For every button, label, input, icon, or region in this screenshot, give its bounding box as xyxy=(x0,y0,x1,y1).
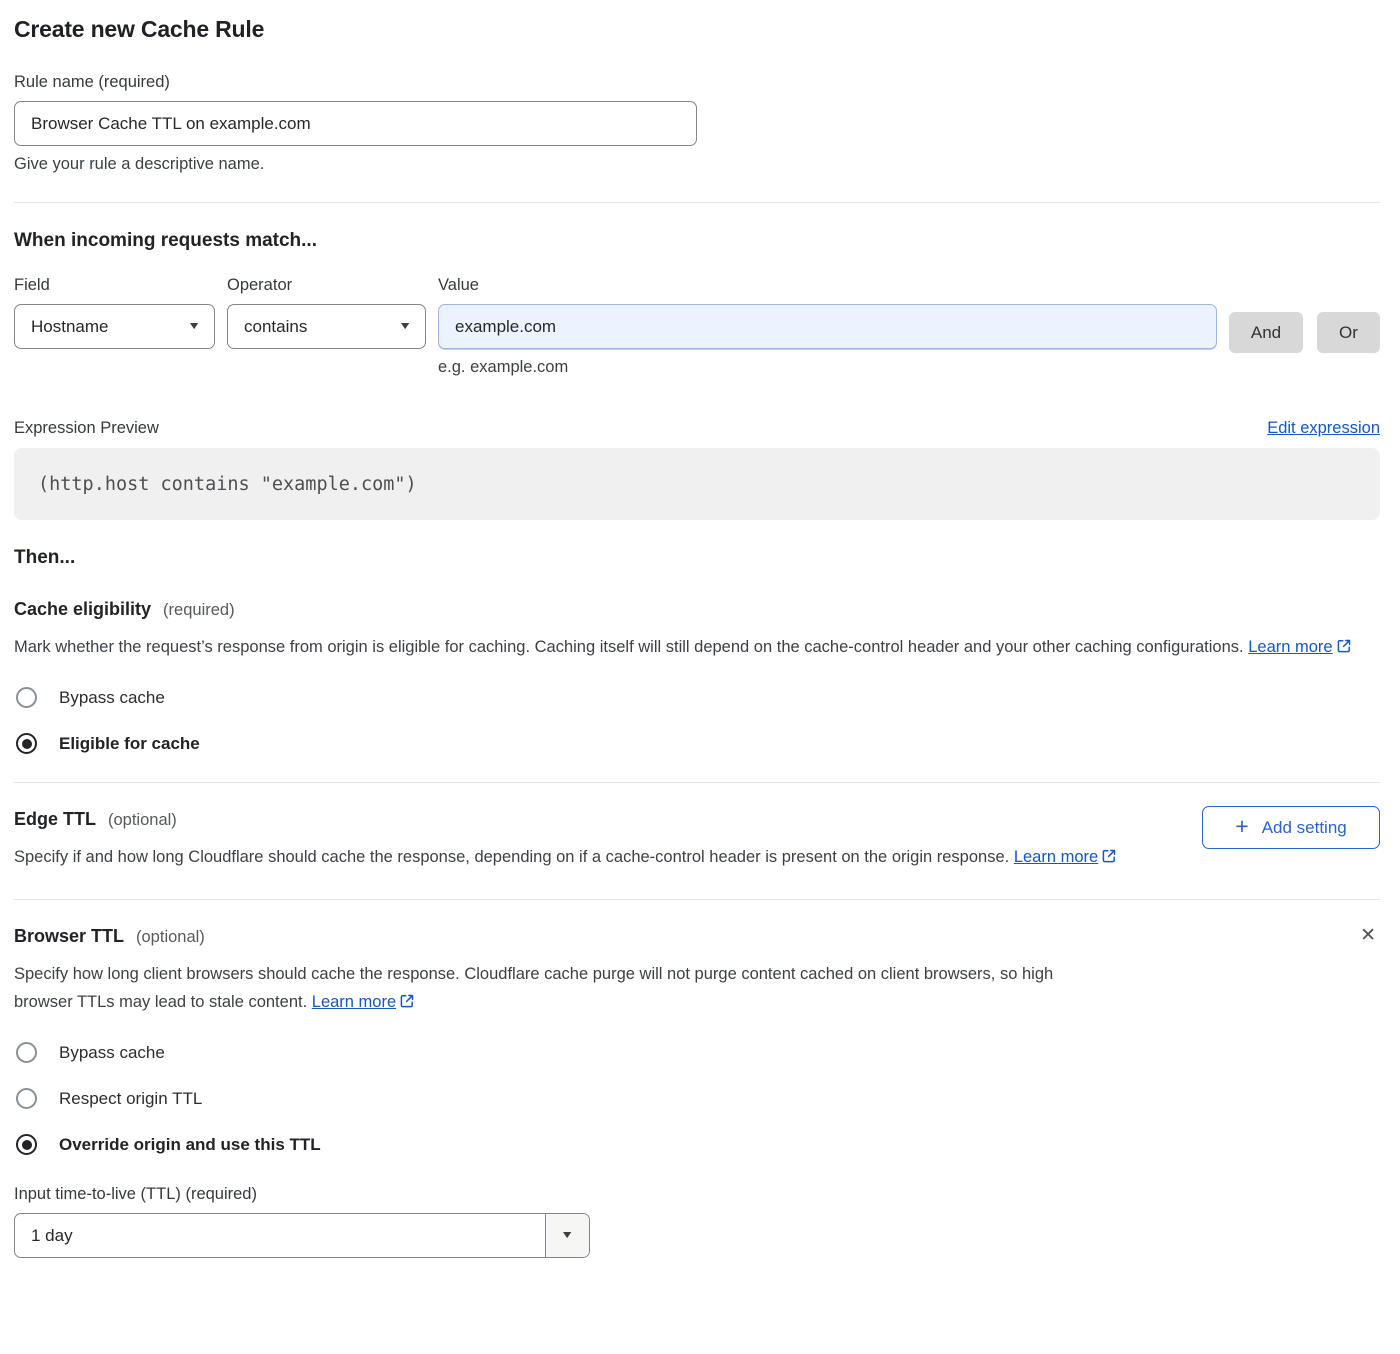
chevron-down-icon: ▼ xyxy=(398,321,412,332)
optional-badge: (optional) xyxy=(108,811,177,830)
edge-ttl-description-text: Specify if and how long Cloudflare shoul… xyxy=(14,848,1009,866)
edge-ttl-section: Edge TTL (optional) Specify if and how l… xyxy=(14,809,1380,871)
cache-eligibility-title: Cache eligibility xyxy=(14,599,151,620)
value-help: e.g. example.com xyxy=(438,358,1217,377)
close-icon[interactable]: ✕ xyxy=(1356,924,1380,947)
radio-label: Bypass cache xyxy=(59,688,165,708)
cache-eligibility-learn-more-link[interactable]: Learn more xyxy=(1248,638,1332,656)
rule-name-label: Rule name (required) xyxy=(14,73,1380,92)
operator-label: Operator xyxy=(227,276,426,295)
radio-bypass-cache[interactable]: Bypass cache xyxy=(14,687,1380,708)
radio-label: Override origin and use this TTL xyxy=(59,1135,321,1155)
value-column: Value e.g. example.com xyxy=(438,276,1217,377)
field-select-value: Hostname xyxy=(31,317,108,337)
match-condition-row: Field Hostname ▼ Operator contains ▼ Val… xyxy=(14,276,1380,377)
divider xyxy=(14,782,1380,783)
browser-ttl-title-row: Browser TTL (optional) xyxy=(14,926,1356,947)
value-label: Value xyxy=(438,276,1217,295)
browser-ttl-radio-group: Bypass cache Respect origin TTL Override… xyxy=(14,1042,1356,1155)
edit-expression-link[interactable]: Edit expression xyxy=(1267,419,1380,438)
chevron-down-icon: ▼ xyxy=(560,1230,574,1241)
field-label: Field xyxy=(14,276,215,295)
match-section-heading: When incoming requests match... xyxy=(14,230,1380,252)
external-link-icon xyxy=(1336,640,1352,658)
cache-eligibility-description-text: Mark whether the request’s response from… xyxy=(14,638,1244,656)
expression-code-block: (http.host contains "example.com") xyxy=(14,448,1380,520)
cache-eligibility-radio-group: Bypass cache Eligible for cache xyxy=(14,687,1380,754)
create-cache-rule-page: Create new Cache Rule Rule name (require… xyxy=(0,0,1400,1288)
divider xyxy=(14,899,1380,900)
divider xyxy=(14,202,1380,203)
radio-icon xyxy=(16,687,37,708)
chevron-down-icon: ▼ xyxy=(187,321,201,332)
or-button[interactable]: Or xyxy=(1317,312,1380,353)
browser-ttl-description-text: Specify how long client browsers should … xyxy=(14,965,1053,1011)
radio-respect-origin-ttl[interactable]: Respect origin TTL xyxy=(14,1088,1356,1109)
external-link-icon xyxy=(399,995,415,1013)
page-title: Create new Cache Rule xyxy=(14,16,1380,43)
edge-ttl-description: Specify if and how long Cloudflare shoul… xyxy=(14,843,1119,871)
radio-icon xyxy=(16,1134,37,1155)
add-setting-button[interactable]: + Add setting xyxy=(1202,806,1380,849)
radio-icon xyxy=(16,733,37,754)
ttl-select[interactable]: 1 day ▼ xyxy=(14,1213,590,1258)
value-input[interactable] xyxy=(438,304,1217,349)
edge-ttl-title-row: Edge TTL (optional) xyxy=(14,809,1202,830)
edge-ttl-learn-more-link[interactable]: Learn more xyxy=(1014,848,1098,866)
ttl-select-arrow-button[interactable]: ▼ xyxy=(545,1214,589,1257)
field-select[interactable]: Hostname ▼ xyxy=(14,304,215,349)
field-column: Field Hostname ▼ xyxy=(14,276,215,349)
radio-label: Respect origin TTL xyxy=(59,1089,202,1109)
edge-ttl-title: Edge TTL xyxy=(14,809,96,830)
radio-override-origin-ttl[interactable]: Override origin and use this TTL xyxy=(14,1134,1356,1155)
browser-ttl-content: Browser TTL (optional) Specify how long … xyxy=(14,926,1356,1258)
and-button[interactable]: And xyxy=(1229,312,1303,353)
radio-icon xyxy=(16,1088,37,1109)
plus-icon: + xyxy=(1235,815,1248,838)
rule-name-help: Give your rule a descriptive name. xyxy=(14,155,1380,174)
operator-select-value: contains xyxy=(244,317,307,337)
browser-ttl-learn-more-link[interactable]: Learn more xyxy=(312,993,396,1011)
cache-eligibility-title-row: Cache eligibility (required) xyxy=(14,599,1380,620)
radio-label: Eligible for cache xyxy=(59,734,200,754)
rule-name-input[interactable] xyxy=(14,101,697,146)
browser-ttl-section: Browser TTL (optional) Specify how long … xyxy=(14,926,1380,1258)
expression-preview-label: Expression Preview xyxy=(14,419,159,438)
ttl-input-group: Input time-to-live (TTL) (required) 1 da… xyxy=(14,1185,1356,1258)
browser-ttl-description: Specify how long client browsers should … xyxy=(14,960,1104,1016)
radio-bypass-cache[interactable]: Bypass cache xyxy=(14,1042,1356,1063)
cache-eligibility-description: Mark whether the request’s response from… xyxy=(14,633,1364,661)
expression-code: (http.host contains "example.com") xyxy=(38,474,417,495)
operator-select[interactable]: contains ▼ xyxy=(227,304,426,349)
external-link-icon xyxy=(1101,850,1117,868)
radio-label: Bypass cache xyxy=(59,1043,165,1063)
radio-eligible-for-cache[interactable]: Eligible for cache xyxy=(14,733,1380,754)
operator-column: Operator contains ▼ xyxy=(227,276,426,349)
radio-icon xyxy=(16,1042,37,1063)
rule-name-group: Rule name (required) Give your rule a de… xyxy=(14,73,1380,174)
edge-ttl-content: Edge TTL (optional) Specify if and how l… xyxy=(14,809,1202,871)
ttl-label: Input time-to-live (TTL) (required) xyxy=(14,1185,1356,1204)
browser-ttl-title: Browser TTL xyxy=(14,926,124,947)
ttl-select-value: 1 day xyxy=(15,1214,545,1257)
optional-badge: (optional) xyxy=(136,928,205,947)
then-heading: Then... xyxy=(14,547,1380,569)
cache-eligibility-section: Cache eligibility (required) Mark whethe… xyxy=(14,599,1380,754)
add-setting-label: Add setting xyxy=(1262,818,1347,838)
expression-header: Expression Preview Edit expression xyxy=(14,419,1380,438)
required-badge: (required) xyxy=(163,601,235,620)
